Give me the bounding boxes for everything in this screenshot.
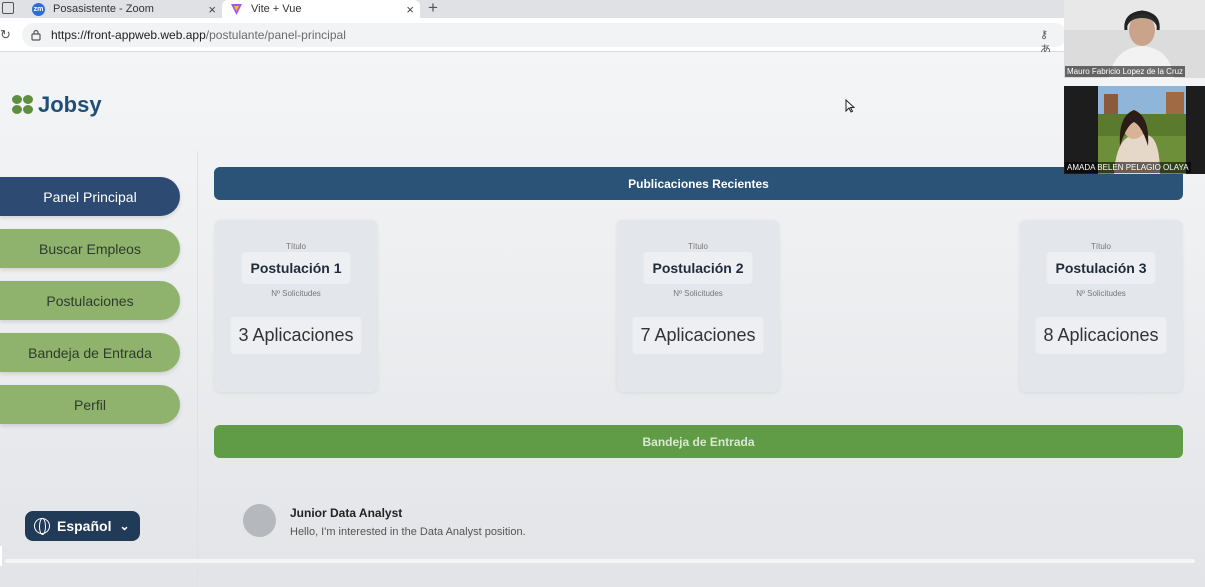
publication-title: Postulación 2: [643, 252, 753, 284]
participant-video-tile: AMADA BELEN PELAGIO OLAYA: [1064, 86, 1205, 174]
web-page: Jobsy Panel Principal Buscar Empleos Pos…: [0, 52, 1205, 587]
title-label: Título: [1090, 242, 1111, 251]
close-tab-icon[interactable]: ×: [208, 2, 216, 17]
sidebar-toggle-icon[interactable]: [2, 2, 14, 14]
progress-marker: [0, 546, 2, 566]
publication-title: Postulación 3: [1046, 252, 1156, 284]
tab-label: Posasistente - Zoom: [53, 3, 154, 15]
language-label: Español: [57, 518, 112, 534]
publication-card[interactable]: Título Postulación 2 Nº Solicitudes 7 Ap…: [617, 220, 779, 392]
publication-card[interactable]: Título Postulación 1 Nº Solicitudes 3 Ap…: [215, 220, 377, 392]
participant-name: Mauro Fabricio Lopez de la Cruz: [1065, 66, 1186, 77]
avatar: [243, 504, 276, 537]
close-tab-icon[interactable]: ×: [406, 2, 414, 17]
language-selector[interactable]: Español ⌄: [25, 511, 140, 541]
lock-icon: [31, 29, 41, 41]
inbox-header: Bandeja de Entrada: [214, 425, 1183, 458]
recent-publications-header: Publicaciones Recientes: [214, 167, 1183, 200]
vite-favicon-icon: [230, 3, 243, 16]
url-host: https://front-appweb.web.app: [51, 28, 206, 42]
participant-video: [1064, 86, 1205, 174]
address-bar: ↻ https://front-appweb.web.app/postulant…: [0, 18, 1205, 56]
message-preview: Hello, I'm interested in the Data Analys…: [290, 526, 526, 538]
applications-label: Nº Solicitudes: [673, 289, 723, 298]
participant-name: AMADA BELEN PELAGIO OLAYA: [1065, 162, 1191, 173]
message-sender: Junior Data Analyst: [290, 506, 403, 520]
sidebar-item-bandeja-de-entrada[interactable]: Bandeja de Entrada: [0, 333, 180, 372]
sidebar-item-buscar-empleos[interactable]: Buscar Empleos: [0, 229, 180, 268]
title-label: Título: [285, 242, 306, 251]
chevron-down-icon: ⌄: [119, 519, 130, 533]
jobsy-logo[interactable]: Jobsy: [12, 92, 102, 118]
logo-icon: [12, 95, 34, 115]
sidebar-item-perfil[interactable]: Perfil: [0, 385, 180, 424]
applications-count: 3 Aplicaciones: [230, 317, 362, 354]
reload-icon[interactable]: ↻: [0, 27, 11, 43]
browser-tab-zoom[interactable]: zm Posasistente - Zoom ×: [26, 0, 222, 18]
browser-tab-vite[interactable]: Vite + Vue ×: [222, 0, 420, 18]
mouse-cursor-icon: [845, 99, 855, 113]
zoom-favicon-icon: zm: [32, 2, 45, 16]
sidebar-item-postulaciones[interactable]: Postulaciones: [0, 281, 180, 320]
url-field[interactable]: https://front-appweb.web.app/postulante/…: [22, 23, 1067, 56]
video-progress-bar[interactable]: [5, 559, 1195, 563]
key-icon[interactable]: ⚷: [1040, 29, 1062, 41]
applications-count: 7 Aplicaciones: [632, 317, 764, 354]
participant-video-tile: Mauro Fabricio Lopez de la Cruz: [1064, 0, 1205, 78]
title-label: Título: [687, 242, 708, 251]
screen: zm Posasistente - Zoom × Vite + Vue × + …: [0, 0, 1205, 587]
publication-title: Postulación 1: [241, 252, 351, 284]
globe-icon: [34, 518, 50, 535]
new-tab-icon[interactable]: +: [428, 0, 438, 18]
url-path: /postulante/panel-principal: [205, 28, 346, 42]
logo-text: Jobsy: [38, 92, 102, 117]
sidebar-item-panel-principal[interactable]: Panel Principal: [0, 177, 180, 216]
browser-tab-bar: zm Posasistente - Zoom × Vite + Vue × +: [0, 0, 1205, 18]
tab-label: Vite + Vue: [251, 3, 302, 15]
applications-label: Nº Solicitudes: [271, 289, 321, 298]
applications-label: Nº Solicitudes: [1076, 289, 1126, 298]
publication-card[interactable]: Título Postulación 3 Nº Solicitudes 8 Ap…: [1020, 220, 1182, 392]
applications-count: 8 Aplicaciones: [1035, 317, 1167, 354]
